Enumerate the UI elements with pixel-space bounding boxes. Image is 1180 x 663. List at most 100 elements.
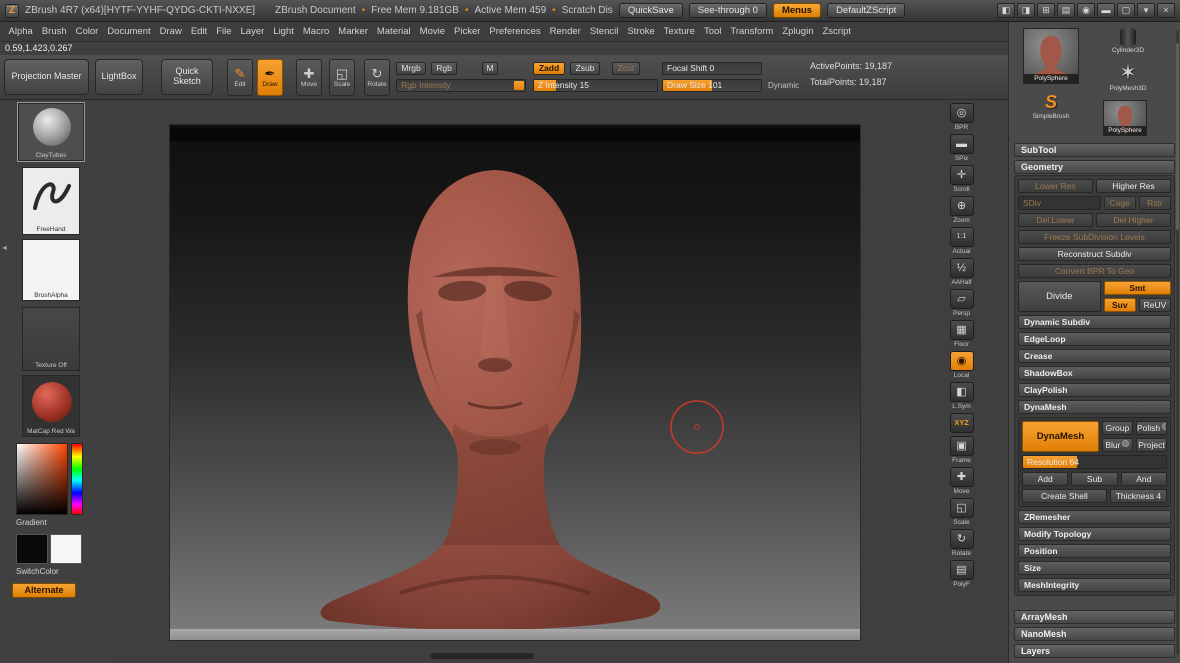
rstr-button[interactable]: Rstr [1139,196,1171,210]
zsub-toggle[interactable]: Zsub [570,62,600,75]
strip-item-persp[interactable]: ▱ Persp [950,289,974,317]
strip-item-scale[interactable]: ◱ Scale [950,498,974,526]
recent-tool-simplebrush[interactable]: S SimpleBrush [1023,92,1079,120]
menu-item-stroke[interactable]: Stroke [623,24,659,39]
minimize-icon[interactable]: ▬ [1097,3,1115,18]
material-selector[interactable]: MatCap Red Wa [22,375,80,437]
lightbox-button[interactable]: LightBox [95,59,143,95]
quick-sketch-button[interactable]: Quick Sketch [161,59,213,95]
nanomesh-section-header[interactable]: NanoMesh [1014,627,1175,641]
layers-section-header[interactable]: Layers [1014,644,1175,658]
convert-bpr-button[interactable]: Convert BPR To Geo [1018,264,1171,278]
next-doc-icon[interactable]: ◨ [1017,3,1035,18]
default-zscript-button[interactable]: DefaultZScript [827,3,905,18]
panel-scrollbar-handle[interactable] [1176,43,1179,231]
tray-collapse-arrow-icon[interactable]: ◂ [0,240,9,256]
strip-item-zoom[interactable]: ⊕ Zoom [950,196,974,224]
menu-item-preferences[interactable]: Preferences [485,24,545,39]
thickness-slider[interactable]: Thickness 4 [1110,489,1167,503]
menu-item-material[interactable]: Material [372,24,415,39]
lower-res-button[interactable]: Lower Res [1018,179,1093,193]
menu-item-file[interactable]: File [212,24,236,39]
mesh-integrity-header[interactable]: MeshIntegrity [1018,578,1171,592]
sculpt-model-bust[interactable] [170,125,860,640]
m-toggle[interactable]: M [482,62,498,75]
menu-item-draw[interactable]: Draw [155,24,186,39]
create-shell-button[interactable]: Create Shell [1022,489,1107,503]
menu-item-movie[interactable]: Movie [415,24,449,39]
color-picker-gradient[interactable] [16,443,68,515]
rgb-toggle[interactable]: Rgb [431,62,457,75]
texture-selector[interactable]: Texture Off [22,307,80,371]
main-color-swatch[interactable] [16,534,48,564]
menu-item-macro[interactable]: Macro [298,24,333,39]
modify-topology-header[interactable]: Modify Topology [1018,527,1171,541]
menu-item-alpha[interactable]: Alpha [4,24,37,39]
lock-icon[interactable]: ◉ [1077,3,1095,18]
del-higher-button[interactable]: Del Higher [1096,213,1171,227]
resolution-slider[interactable]: Resolution 64 [1022,455,1167,469]
strip-item-spix[interactable]: ▬ SPix [950,134,974,162]
hue-strip[interactable] [71,443,83,515]
menu-item-color[interactable]: Color [71,24,103,39]
panel-scrollbar[interactable] [1176,30,1179,655]
smt-toggle[interactable]: Smt [1104,281,1171,295]
subtool-section-header[interactable]: SubTool [1014,143,1175,157]
arraymesh-section-header[interactable]: ArrayMesh [1014,610,1175,624]
see-through-slider[interactable]: See-through 0 [689,3,767,18]
sub-toggle[interactable]: Sub [1071,472,1117,486]
current-tool-thumbnail[interactable]: PolySphere [1023,28,1079,84]
menu-item-picker[interactable]: Picker [450,24,485,39]
copy-doc-icon[interactable]: ⊞ [1037,3,1055,18]
strip-item-move[interactable]: ✚ Move [950,467,974,495]
draw-mode-button[interactable]: ✒ Draw [257,59,283,96]
reconstruct-subdiv-button[interactable]: Reconstruct Subdiv [1018,247,1171,261]
scale-mode-button[interactable]: ◱ Scale [329,59,355,96]
projection-master-button[interactable]: Projection Master [4,59,89,95]
expand-icon[interactable]: ▾ [1137,3,1155,18]
dynamic-toggle[interactable]: Dynamic [768,81,799,90]
group-toggle[interactable]: Group [1102,421,1133,435]
del-lower-button[interactable]: Del Lower [1018,213,1093,227]
dynamesh-header[interactable]: DynaMesh [1018,400,1171,414]
bust-silhouette[interactable] [320,170,660,630]
recent-tool-polysphere[interactable]: PolySphere [1103,100,1147,136]
strip-item-aahalf[interactable]: ½ AAHalf [950,258,974,286]
menu-item-render[interactable]: Render [545,24,585,39]
strip-item-xyz[interactable]: XYZ [950,413,974,433]
menu-item-zscript[interactable]: Zscript [818,24,856,39]
zremesher-header[interactable]: ZRemesher [1018,510,1171,524]
size-header[interactable]: Size [1018,561,1171,575]
menu-item-layer[interactable]: Layer [236,24,269,39]
menu-item-marker[interactable]: Marker [334,24,373,39]
dynamic-subdiv-header[interactable]: Dynamic Subdiv [1018,315,1171,329]
mrgb-toggle[interactable]: Mrgb [396,62,426,75]
focal-shift-slider[interactable]: Focal Shift 0 [662,62,762,75]
strip-item-actual[interactable]: 1:1 Actual [950,227,974,255]
recent-tool-polymesh3d[interactable]: ✶ PolyMesh3D [1101,62,1155,92]
geometry-section-header[interactable]: Geometry [1014,160,1175,174]
project-toggle[interactable]: Project [1136,438,1167,452]
zadd-toggle[interactable]: Zadd [533,62,565,75]
strip-item-bpr[interactable]: ◎ BPR [950,103,974,131]
claypolish-header[interactable]: ClayPolish [1018,383,1171,397]
prev-doc-icon[interactable]: ◧ [997,3,1015,18]
and-toggle[interactable]: And [1121,472,1167,486]
blur-slider[interactable]: Blur [1102,438,1133,452]
add-toggle[interactable]: Add [1022,472,1068,486]
polish-toggle[interactable]: Polish [1136,421,1167,435]
higher-res-button[interactable]: Higher Res [1096,179,1171,193]
secondary-color-swatch[interactable] [50,534,82,564]
document-canvas[interactable] [170,125,860,640]
alternate-button[interactable]: Alternate [12,583,76,598]
menu-item-stencil[interactable]: Stencil [585,24,623,39]
alpha-selector[interactable]: BrushAlpha [22,239,80,301]
menu-item-zplugin[interactable]: Zplugin [778,24,818,39]
current-brush-selector[interactable]: ClayTubes [18,103,84,161]
stroke-type-selector[interactable]: FreeHand [22,167,80,235]
zcut-toggle[interactable]: Zcut [612,62,640,75]
menus-button[interactable]: Menus [773,3,821,18]
suv-toggle[interactable]: Suv [1104,298,1136,312]
strip-item-lsym[interactable]: ◧ L.Sym [950,382,974,410]
strip-item-polyf[interactable]: ▤ PolyF [950,560,974,588]
